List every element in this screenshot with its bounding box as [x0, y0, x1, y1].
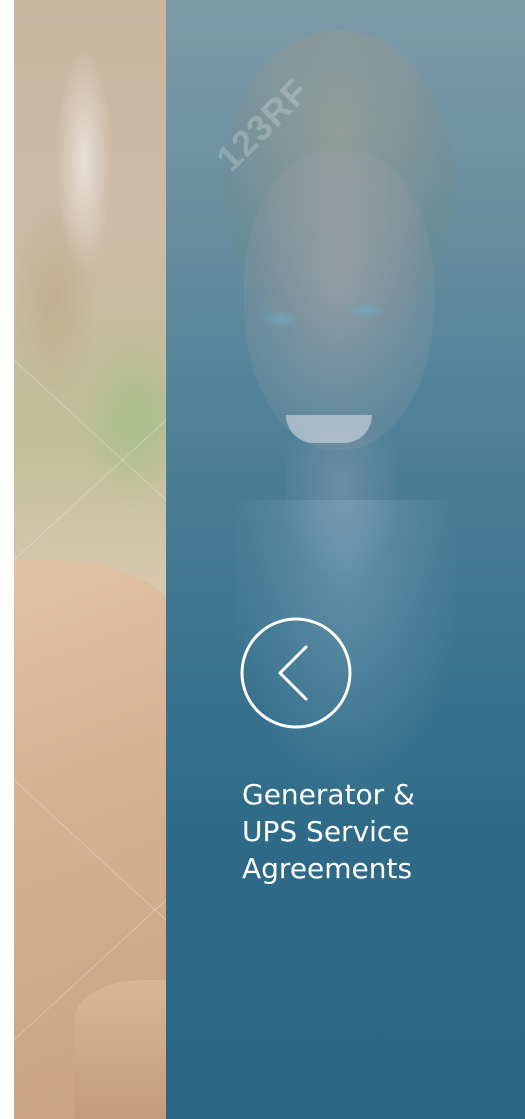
person-left-eye: [262, 312, 298, 326]
back-button[interactable]: [240, 617, 352, 729]
chevron-left-circle-icon: [240, 617, 352, 729]
service-title[interactable]: Generator & UPS Service Agreements: [242, 776, 512, 887]
page: 123RF Generator & UPS Service Agreements: [0, 0, 525, 1119]
service-panel[interactable]: 123RF Generator & UPS Service Agreements: [166, 0, 525, 1119]
person-right-eye: [348, 304, 384, 318]
decorative-lines: [14, 359, 167, 1041]
person-face-shape: [244, 150, 434, 450]
service-title-line-1: Generator &: [242, 778, 415, 811]
service-title-line-2: UPS Service: [242, 815, 410, 848]
service-title-line-3: Agreements: [242, 852, 413, 885]
